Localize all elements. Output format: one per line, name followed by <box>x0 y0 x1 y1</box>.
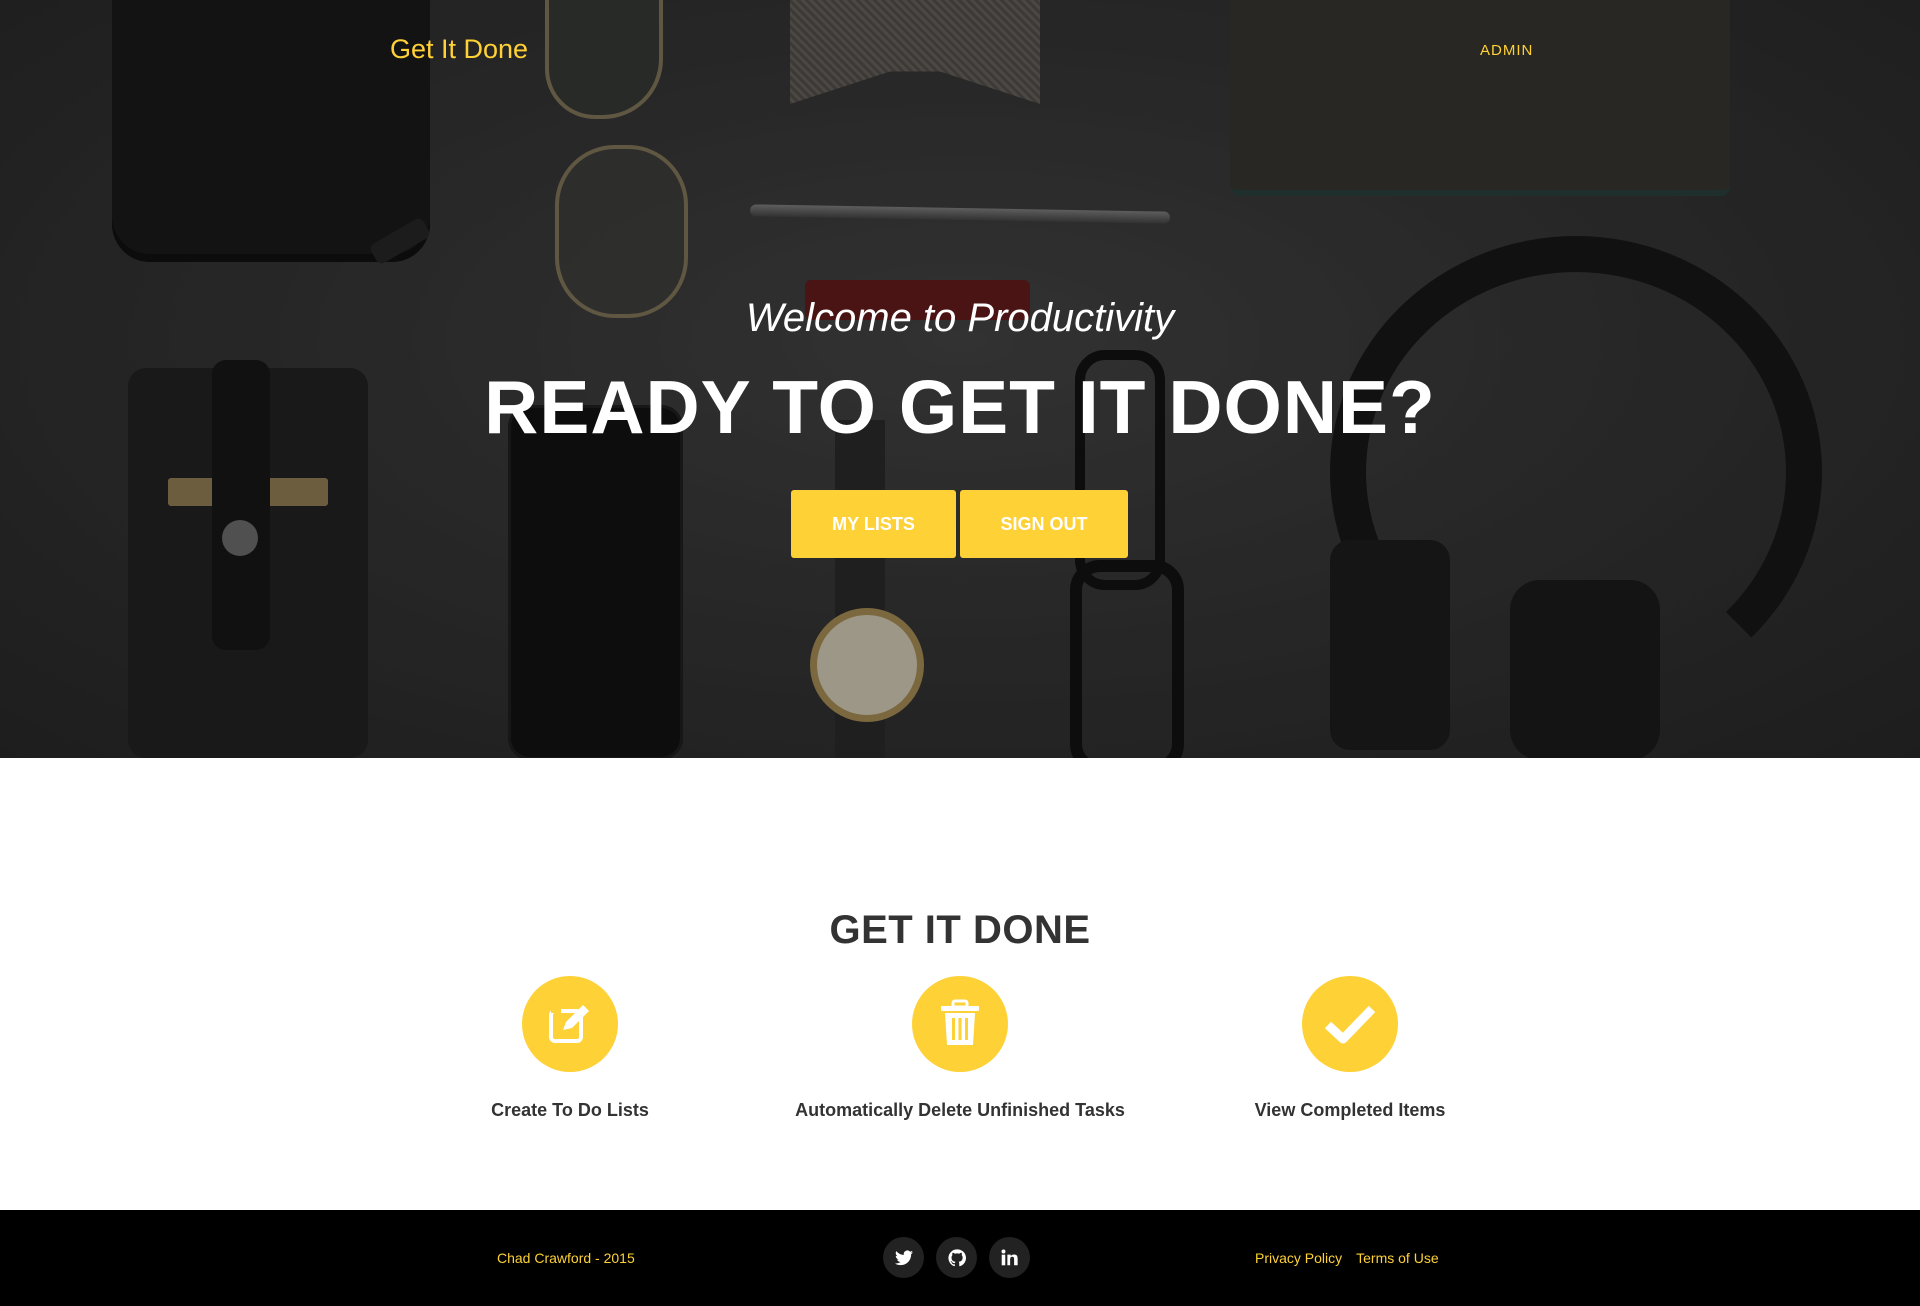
feature-label: Create To Do Lists <box>491 1100 649 1120</box>
twitter-icon <box>894 1249 913 1265</box>
sign-out-button[interactable]: SIGN OUT <box>960 490 1128 558</box>
nav-admin-link[interactable]: ADMIN <box>1480 42 1533 59</box>
services-section: GET IT DONE Create To Do Lists Automatic… <box>0 758 1920 1210</box>
nav-brand[interactable]: Get It Done <box>390 34 528 65</box>
social-links <box>883 1237 1030 1278</box>
hero-heading: READY TO GET IT DONE? <box>484 365 1436 449</box>
feature-label: Automatically Delete Unfinished Tasks <box>795 1100 1125 1120</box>
edit-icon <box>522 976 618 1072</box>
check-icon <box>1302 976 1398 1072</box>
feature-label: View Completed Items <box>1254 1100 1446 1120</box>
linkedin-icon <box>1001 1249 1018 1266</box>
github-icon <box>947 1248 966 1266</box>
feature-create-lists: Create To Do Lists <box>370 976 770 1121</box>
footer: Chad Crawford - 2015 Privacy Policy Term… <box>0 1210 1920 1306</box>
privacy-policy-link[interactable]: Privacy Policy <box>1255 1250 1342 1266</box>
footer-links: Privacy Policy Terms of Use <box>1255 1250 1439 1266</box>
footer-copyright: Chad Crawford - 2015 <box>497 1250 635 1266</box>
section-heading: GET IT DONE <box>829 908 1091 952</box>
feature-auto-delete: Automatically Delete Unfinished Tasks <box>760 976 1160 1121</box>
hero-section: Get It Done ADMIN Welcome to Productivit… <box>0 0 1920 758</box>
linkedin-link[interactable] <box>989 1237 1030 1278</box>
terms-of-use-link[interactable]: Terms of Use <box>1356 1250 1438 1266</box>
trash-icon <box>912 976 1008 1072</box>
hero-lead: Welcome to Productivity <box>745 296 1175 340</box>
twitter-link[interactable] <box>883 1237 924 1278</box>
feature-view-completed: View Completed Items <box>1150 976 1550 1121</box>
my-lists-button[interactable]: MY LISTS <box>791 490 956 558</box>
github-link[interactable] <box>936 1237 977 1278</box>
